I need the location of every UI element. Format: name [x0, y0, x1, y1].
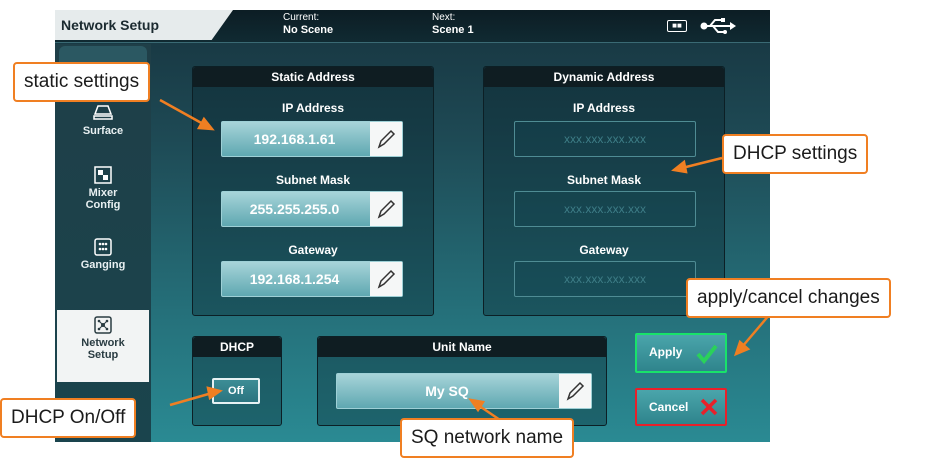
callout-apply-cancel: apply/cancel changes [686, 278, 891, 318]
callout-dhcp-settings: DHCP settings [722, 134, 869, 174]
callout-dhcp-on-off: DHCP On/Off [0, 398, 137, 438]
callout-network-name: SQ network name [400, 418, 575, 458]
callout-static-settings: static settings [13, 62, 151, 102]
